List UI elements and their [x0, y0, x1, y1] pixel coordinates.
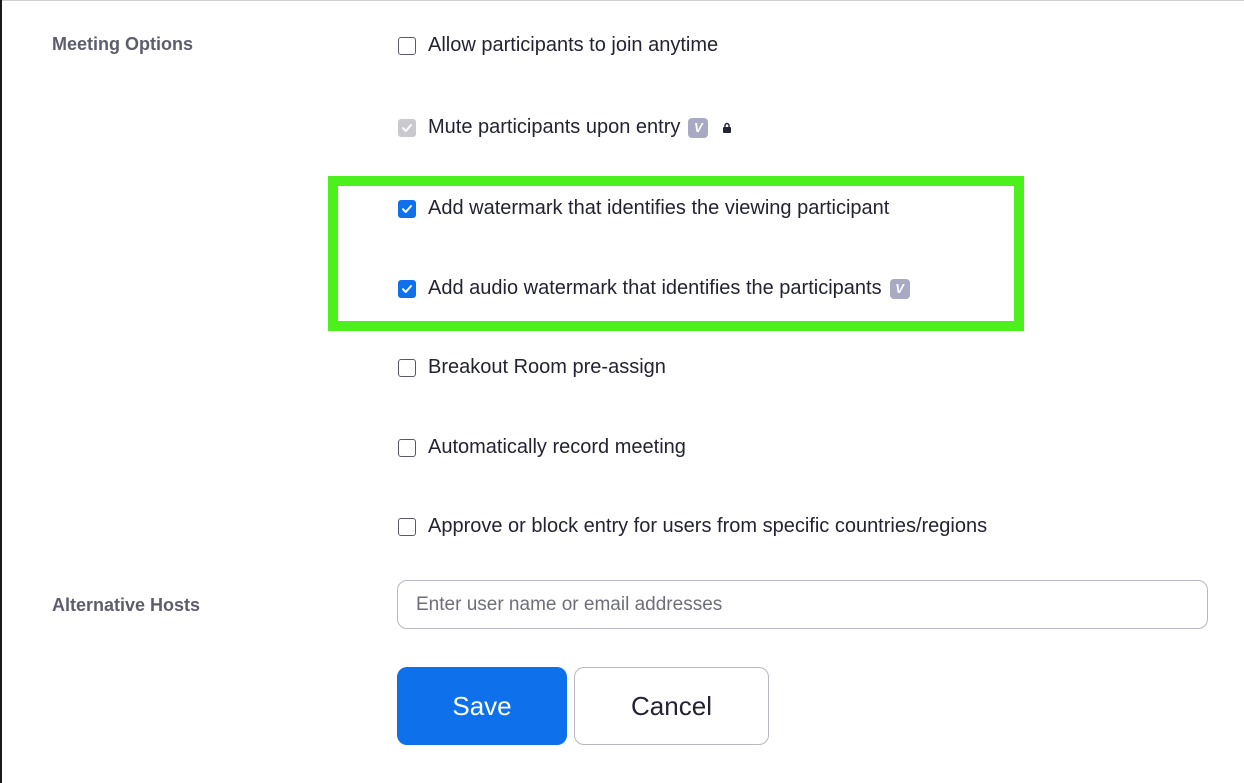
option-label: Approve or block entry for users from sp… [428, 515, 988, 537]
checkbox-video-watermark[interactable] [398, 199, 416, 218]
check-icon [402, 123, 412, 132]
option-mute-upon-entry: Mute participants upon entry V [398, 116, 732, 139]
top-divider [2, 0, 1244, 1]
option-label: Mute participants upon entry [428, 116, 681, 138]
checkbox-breakout-preassign[interactable] [398, 358, 416, 377]
checkbox-auto-record[interactable] [398, 438, 416, 457]
meeting-options-label: Meeting Options [52, 34, 193, 54]
option-allow-join-anytime[interactable]: Allow participants to join anytime [398, 34, 718, 57]
check-icon [402, 284, 412, 293]
vip-badge-icon: V [688, 117, 709, 138]
option-label: Allow participants to join anytime [428, 34, 719, 56]
option-video-watermark[interactable]: Add watermark that identifies the viewin… [398, 197, 889, 220]
meeting-settings-panel: Meeting Options Allow participants to jo… [0, 0, 1244, 783]
option-label: Add audio watermark that identifies the … [428, 277, 882, 299]
option-country-block[interactable]: Approve or block entry for users from sp… [398, 515, 987, 538]
checkbox-country-block[interactable] [398, 517, 416, 536]
option-breakout-preassign[interactable]: Breakout Room pre-assign [398, 356, 666, 379]
vip-badge-icon: V [889, 278, 910, 299]
option-label: Add watermark that identifies the viewin… [428, 197, 890, 219]
checkbox-mute-upon-entry [398, 118, 416, 137]
lock-icon [722, 122, 732, 134]
checkbox-allow-join-anytime[interactable] [398, 36, 416, 55]
option-label: Automatically record meeting [428, 436, 686, 458]
check-icon [402, 204, 412, 213]
option-auto-record[interactable]: Automatically record meeting [398, 436, 686, 459]
option-audio-watermark[interactable]: Add audio watermark that identifies the … [398, 277, 910, 300]
alternative-hosts-label: Alternative Hosts [52, 595, 201, 615]
alternative-hosts-input[interactable] [397, 580, 1208, 629]
option-label: Breakout Room pre-assign [428, 356, 666, 378]
save-button[interactable]: Save [397, 667, 567, 745]
checkbox-audio-watermark[interactable] [398, 279, 416, 298]
cancel-button[interactable]: Cancel [574, 667, 769, 745]
